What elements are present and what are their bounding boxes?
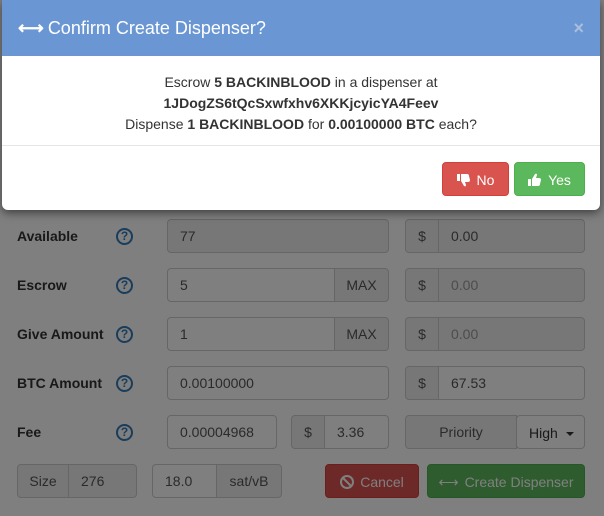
dialog-body: Escrow 5 BACKINBLOOD in a dispenser at 1… <box>2 56 600 146</box>
dispenser-address: 1JDogZS6tQcSxwfxhv6XKKjcyicYA4Feev <box>163 95 439 111</box>
yes-button-label: Yes <box>548 172 571 188</box>
dispense-line: Dispense 1 BACKINBLOOD for 0.00100000 BT… <box>2 114 600 135</box>
dispense-amount: 1 BACKINBLOOD <box>187 116 305 132</box>
dialog-footer: No Yes <box>2 146 600 210</box>
no-button[interactable]: No <box>442 162 509 196</box>
close-icon[interactable]: × <box>573 0 584 56</box>
escrow-line: Escrow 5 BACKINBLOOD in a dispenser at <box>2 72 600 93</box>
escrow-amount: 5 BACKINBLOOD <box>214 74 331 90</box>
dialog-header: ⟷ Confirm Create Dispenser? × <box>2 0 600 56</box>
confirm-dialog: ⟷ Confirm Create Dispenser? × Escrow 5 BA… <box>2 0 600 210</box>
dispense-price: 0.00100000 BTC <box>328 116 435 132</box>
dispense-line-for: for <box>304 116 329 132</box>
thumbs-up-icon <box>528 163 542 197</box>
address-line: 1JDogZS6tQcSxwfxhv6XKKjcyicYA4Feev <box>2 93 600 114</box>
dialog-title-text: Confirm Create Dispenser? <box>47 18 266 38</box>
dispense-line-suffix: each? <box>434 116 477 132</box>
escrow-line-suffix: in a dispenser at <box>330 74 438 90</box>
no-button-label: No <box>476 172 495 188</box>
thumbs-down-icon <box>456 163 471 197</box>
dialog-title: ⟷ Confirm Create Dispenser? <box>18 0 266 56</box>
dispense-line-text: Dispense <box>125 116 188 132</box>
escrow-line-text: Escrow <box>164 74 215 90</box>
arrows-h-icon: ⟷ <box>18 18 44 38</box>
yes-button[interactable]: Yes <box>514 162 585 196</box>
